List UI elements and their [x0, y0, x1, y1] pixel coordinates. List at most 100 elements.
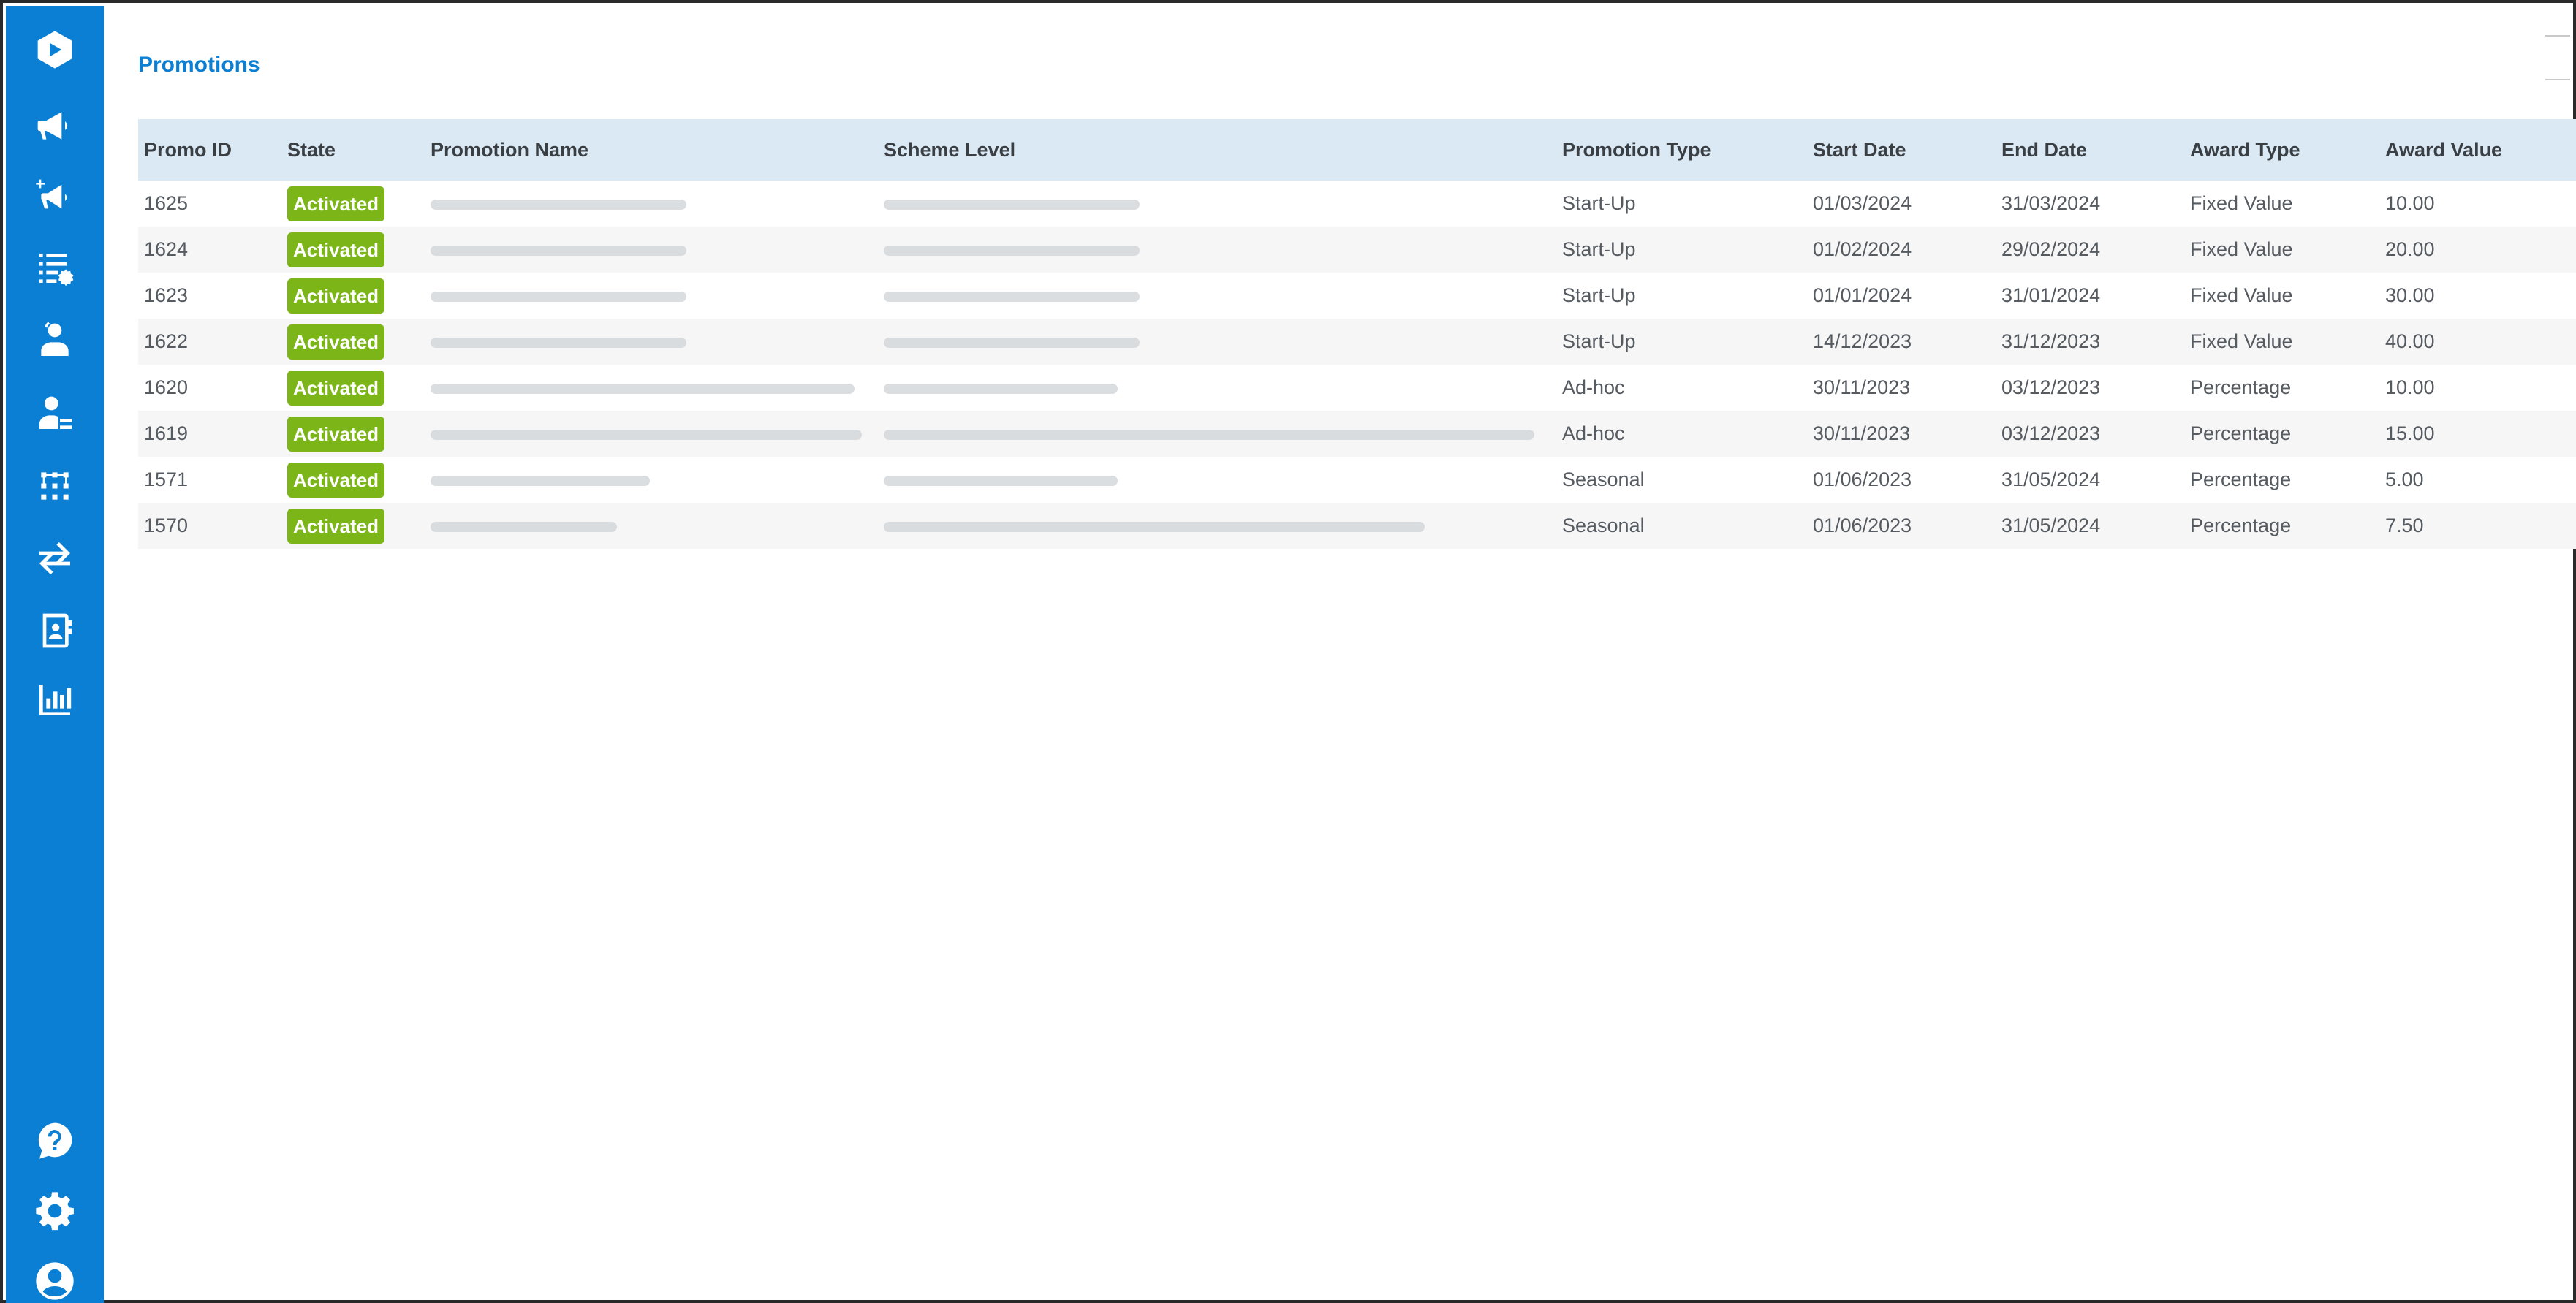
- redacted-text: [431, 200, 686, 210]
- column-header-award-type[interactable]: Award Type: [2184, 119, 2379, 181]
- state-cell: Activated: [281, 365, 425, 411]
- scheme-level-cell: [878, 273, 1556, 319]
- column-header-promotion-type[interactable]: Promotion Type: [1556, 119, 1807, 181]
- state-cell: Activated: [281, 411, 425, 457]
- promo-id-cell: 1620: [144, 376, 189, 398]
- redacted-text: [884, 384, 1118, 394]
- gear-icon[interactable]: [33, 1189, 77, 1233]
- contact-card-icon[interactable]: [33, 609, 77, 653]
- start-date-cell: 14/12/2023: [1813, 330, 1912, 352]
- user-settings-icon[interactable]: [33, 319, 77, 362]
- table-row[interactable]: 1624 Activated Start-Up 01/02/2024 29/02…: [138, 227, 2576, 273]
- scheme-level-cell: [878, 503, 1556, 549]
- start-date-cell: 01/03/2024: [1813, 192, 1912, 214]
- table-row[interactable]: 1620 Activated Ad-hoc 30/11/2023 03/12/2…: [138, 365, 2576, 411]
- promo-id-cell: 1619: [144, 422, 189, 444]
- award-type-cell: Fixed Value: [2190, 284, 2293, 306]
- status-badge: Activated: [287, 416, 385, 452]
- status-badge: Activated: [287, 462, 385, 498]
- promotion-name-cell: [425, 503, 878, 549]
- start-date-cell: 01/02/2024: [1813, 238, 1912, 260]
- sidebar: [6, 6, 104, 1303]
- promotion-name-cell: [425, 319, 878, 365]
- award-value-cell: 5.00: [2385, 468, 2424, 490]
- award-value-cell: 15.00: [2385, 422, 2435, 444]
- promotion-type-cell: Start-Up: [1562, 238, 1636, 260]
- table-row[interactable]: 1622 Activated Start-Up 14/12/2023 31/12…: [138, 319, 2576, 365]
- redacted-text: [884, 430, 1534, 440]
- redacted-text: [884, 476, 1118, 486]
- megaphone-icon[interactable]: [33, 104, 77, 148]
- promotion-name-cell: [425, 457, 878, 503]
- table-row[interactable]: 1623 Activated Start-Up 01/01/2024 31/01…: [138, 273, 2576, 319]
- award-type-cell: Fixed Value: [2190, 330, 2293, 352]
- scheme-level-cell: [878, 457, 1556, 503]
- status-badge: Activated: [287, 186, 385, 221]
- bar-chart-icon[interactable]: [33, 678, 77, 722]
- promo-id-cell: 1623: [144, 284, 189, 306]
- end-date-cell: 03/12/2023: [2001, 422, 2101, 444]
- column-header-state[interactable]: State: [281, 119, 425, 181]
- status-badge: Activated: [287, 324, 385, 360]
- award-value-cell: 10.00: [2385, 192, 2435, 214]
- promo-id-cell: 1625: [144, 192, 189, 214]
- help-icon[interactable]: [33, 1118, 77, 1162]
- award-type-cell: Fixed Value: [2190, 192, 2293, 214]
- column-header-end-date[interactable]: End Date: [1996, 119, 2184, 181]
- award-value-cell: 30.00: [2385, 284, 2435, 306]
- end-date-cell: 31/05/2024: [2001, 468, 2101, 490]
- list-settings-icon[interactable]: [33, 246, 77, 289]
- state-cell: Activated: [281, 227, 425, 273]
- promotion-type-cell: Start-Up: [1562, 192, 1636, 214]
- scheme-level-cell: [878, 181, 1556, 227]
- end-date-cell: 31/05/2024: [2001, 514, 2101, 536]
- scheme-level-cell: [878, 411, 1556, 457]
- column-header-scheme-level[interactable]: Scheme Level: [878, 119, 1556, 181]
- promo-id-cell: 1570: [144, 514, 189, 536]
- scheme-level-cell: [878, 227, 1556, 273]
- end-date-cell: 31/03/2024: [2001, 192, 2101, 214]
- state-cell: Activated: [281, 319, 425, 365]
- grid-icon[interactable]: [33, 464, 77, 508]
- start-date-cell: 30/11/2023: [1813, 376, 1911, 398]
- redacted-text: [884, 246, 1140, 256]
- megaphone-add-icon[interactable]: [33, 175, 77, 219]
- award-type-cell: Percentage: [2190, 468, 2292, 490]
- logo-icon[interactable]: [33, 28, 77, 72]
- end-date-cell: 31/12/2023: [2001, 330, 2101, 352]
- user-checklist-icon[interactable]: [33, 392, 77, 436]
- redacted-text: [431, 430, 862, 440]
- scheme-level-cell: [878, 365, 1556, 411]
- column-header-promo-id[interactable]: Promo ID: [138, 119, 281, 181]
- transfer-arrows-icon[interactable]: [33, 536, 77, 580]
- start-date-cell: 01/01/2024: [1813, 284, 1912, 306]
- table-row[interactable]: 1625 Activated Start-Up 01/03/2024 31/03…: [138, 181, 2576, 227]
- redacted-text: [884, 522, 1425, 532]
- state-cell: Activated: [281, 273, 425, 319]
- redacted-text: [884, 200, 1140, 210]
- redacted-text: [431, 338, 686, 348]
- promotion-name-cell: [425, 411, 878, 457]
- table-row[interactable]: 1570 Activated Seasonal 01/06/2023 31/05…: [138, 503, 2576, 549]
- column-header-promotion-name[interactable]: Promotion Name: [425, 119, 878, 181]
- start-date-cell: 01/06/2023: [1813, 514, 1912, 536]
- promo-id-cell: 1571: [144, 468, 189, 490]
- end-date-cell: 29/02/2024: [2001, 238, 2101, 260]
- redacted-text: [431, 522, 617, 532]
- promotion-type-cell: Seasonal: [1562, 514, 1645, 536]
- status-badge: Activated: [287, 508, 385, 544]
- end-date-cell: 31/01/2024: [2001, 284, 2101, 306]
- redacted-text: [884, 292, 1140, 302]
- column-header-award-value[interactable]: Award Value: [2379, 119, 2576, 181]
- scheme-level-cell: [878, 319, 1556, 365]
- promotion-name-cell: [425, 273, 878, 319]
- account-icon[interactable]: [33, 1259, 77, 1303]
- start-date-cell: 01/06/2023: [1813, 468, 1912, 490]
- redacted-text: [431, 246, 686, 256]
- column-header-start-date[interactable]: Start Date: [1807, 119, 1996, 181]
- table-row[interactable]: 1571 Activated Seasonal 01/06/2023 31/05…: [138, 457, 2576, 503]
- promotion-name-cell: [425, 365, 878, 411]
- status-badge: Activated: [287, 232, 385, 267]
- award-value-cell: 20.00: [2385, 238, 2435, 260]
- table-row[interactable]: 1619 Activated Ad-hoc 30/11/2023 03/12/2…: [138, 411, 2576, 457]
